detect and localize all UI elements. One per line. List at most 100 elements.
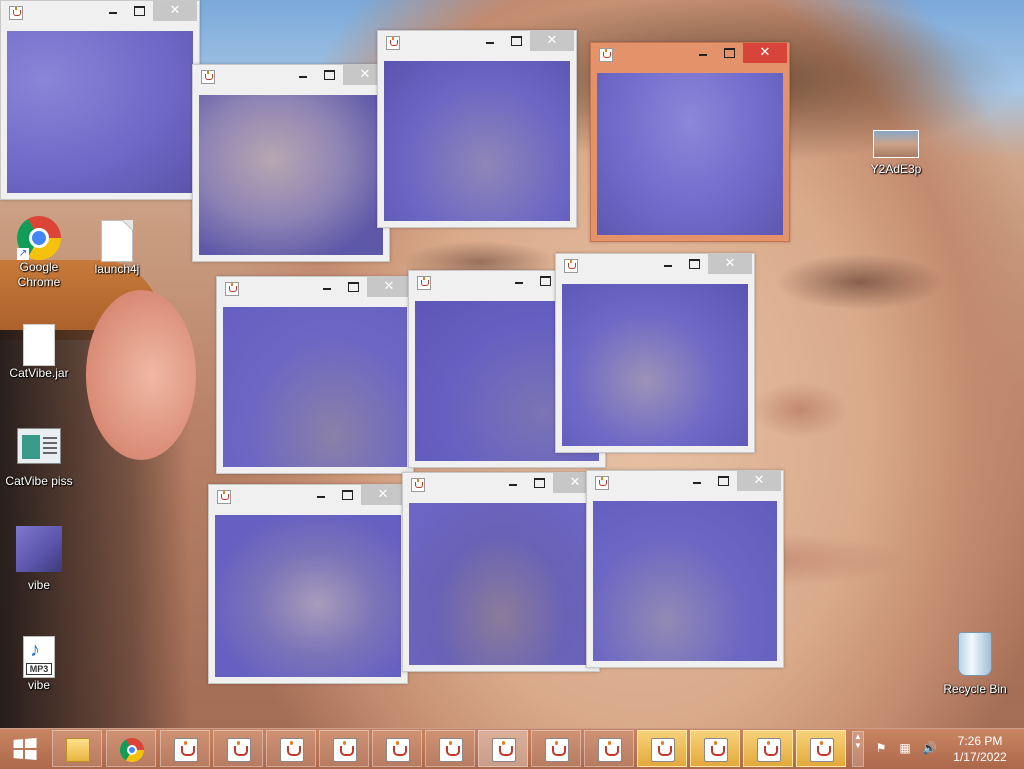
taskbar-java-window-flashing[interactable] bbox=[796, 730, 846, 767]
java-icon bbox=[333, 738, 357, 762]
window-titlebar[interactable]: ✕ bbox=[1, 1, 199, 27]
window-titlebar[interactable]: ✕ bbox=[378, 31, 576, 57]
taskbar-java-window[interactable] bbox=[372, 730, 422, 767]
close-button[interactable]: ✕ bbox=[153, 1, 197, 21]
minimize-button[interactable] bbox=[315, 277, 339, 297]
folder-icon bbox=[66, 738, 90, 762]
jar-file-icon bbox=[23, 324, 55, 366]
taskbar-java-window[interactable] bbox=[319, 730, 369, 767]
desktop-icon-label: Google Chrome bbox=[17, 260, 61, 289]
maximize-button[interactable] bbox=[127, 1, 151, 21]
window-titlebar[interactable]: ✕ bbox=[556, 254, 754, 280]
maximize-button[interactable] bbox=[533, 271, 557, 291]
maximize-button[interactable] bbox=[341, 277, 365, 297]
java-icon bbox=[492, 738, 516, 762]
desktop-icon-vibe-image[interactable]: vibe bbox=[2, 526, 76, 593]
window-titlebar[interactable]: ✕ bbox=[209, 485, 407, 511]
start-button[interactable] bbox=[0, 729, 48, 769]
java-window-9[interactable]: ✕ bbox=[402, 472, 600, 672]
taskbar-java-window-flashing[interactable] bbox=[743, 730, 793, 767]
action-center-flag-icon[interactable]: ⚑ bbox=[874, 741, 888, 755]
window-titlebar[interactable]: ✕ bbox=[587, 471, 783, 497]
window-titlebar[interactable]: ✕ bbox=[217, 277, 413, 303]
java-icon bbox=[280, 738, 304, 762]
close-button[interactable]: ✕ bbox=[530, 31, 574, 51]
image-thumbnail-icon bbox=[16, 526, 62, 572]
cat-video-frame bbox=[199, 95, 383, 255]
java-icon bbox=[417, 276, 431, 290]
taskbar-java-window-active[interactable] bbox=[478, 730, 528, 767]
taskbar-google-chrome[interactable] bbox=[106, 730, 156, 767]
network-icon[interactable]: ▦ bbox=[898, 741, 912, 755]
shortcut-arrow-icon: ↗ bbox=[17, 248, 29, 260]
window-titlebar[interactable]: ✕ bbox=[193, 65, 389, 91]
taskbar-java-window[interactable] bbox=[213, 730, 263, 767]
taskbar-java-window[interactable] bbox=[266, 730, 316, 767]
maximize-button[interactable] bbox=[527, 473, 551, 493]
window-titlebar[interactable]: ✕ bbox=[591, 43, 789, 69]
java-window-2[interactable]: ✕ bbox=[192, 64, 390, 262]
java-icon bbox=[564, 259, 578, 273]
desktop-icon-label: CatVibe piss bbox=[5, 474, 73, 488]
maximize-button[interactable] bbox=[717, 43, 741, 63]
minimize-button[interactable] bbox=[691, 43, 715, 63]
desktop-icon-label: launch4j bbox=[94, 262, 140, 276]
cat-video-frame bbox=[215, 515, 401, 677]
java-icon bbox=[651, 738, 675, 762]
cat-video-frame bbox=[562, 284, 748, 446]
minimize-button[interactable] bbox=[101, 1, 125, 21]
maximize-button[interactable] bbox=[335, 485, 359, 505]
taskbar-java-window-flashing[interactable] bbox=[690, 730, 740, 767]
chrome-icon: ↗ bbox=[17, 216, 61, 260]
desktop-icon-launch4j[interactable]: launch4j bbox=[80, 220, 154, 277]
desktop-icon-y2ade3p[interactable]: Y2AdE3p bbox=[859, 130, 933, 177]
close-button[interactable]: ✕ bbox=[743, 43, 787, 63]
java-window-3[interactable]: ✕ bbox=[377, 30, 577, 228]
maximize-button[interactable] bbox=[682, 254, 706, 274]
java-icon bbox=[174, 738, 198, 762]
java-window-1[interactable]: ✕ bbox=[0, 0, 200, 200]
desktop-icon-catvibe-piss[interactable]: CatVibe piss bbox=[2, 428, 76, 489]
close-button[interactable]: ✕ bbox=[367, 277, 411, 297]
volume-icon[interactable]: 🔊 bbox=[922, 741, 937, 755]
maximize-button[interactable] bbox=[504, 31, 528, 51]
taskbar-java-window-flashing[interactable] bbox=[637, 730, 687, 767]
taskbar-clock[interactable]: 7:26 PM 1/17/2022 bbox=[944, 733, 1016, 765]
desktop[interactable]: ↗ Google Chrome launch4j CatVibe.jar Cat… bbox=[0, 0, 1024, 728]
clock-date: 1/17/2022 bbox=[953, 750, 1007, 764]
desktop-icon-vibe-mp3[interactable]: ♪ MP3 vibe bbox=[2, 636, 76, 693]
minimize-button[interactable] bbox=[656, 254, 680, 274]
taskbar-java-window[interactable] bbox=[584, 730, 634, 767]
java-window-10[interactable]: ✕ bbox=[586, 470, 784, 668]
minimize-button[interactable] bbox=[501, 473, 525, 493]
recycle-bin-icon bbox=[958, 632, 992, 676]
maximize-button[interactable] bbox=[711, 471, 735, 491]
taskbar-scroll-button[interactable]: ▲ ▼ bbox=[852, 731, 864, 767]
java-window-5[interactable]: ✕ bbox=[216, 276, 414, 474]
taskbar-java-window[interactable] bbox=[160, 730, 210, 767]
music-note-icon: ♪ bbox=[30, 639, 40, 661]
java-window-4-active[interactable]: ✕ bbox=[590, 42, 790, 242]
close-button[interactable]: ✕ bbox=[361, 485, 405, 505]
taskbar-java-window[interactable] bbox=[531, 730, 581, 767]
minimize-button[interactable] bbox=[309, 485, 333, 505]
desktop-icon-recycle-bin[interactable]: Recycle Bin bbox=[938, 632, 1012, 697]
java-icon bbox=[411, 478, 425, 492]
taskbar-java-window[interactable] bbox=[425, 730, 475, 767]
java-window-8[interactable]: ✕ bbox=[208, 484, 408, 684]
taskbar-file-explorer[interactable] bbox=[52, 730, 102, 767]
java-icon bbox=[757, 738, 781, 762]
maximize-button[interactable] bbox=[317, 65, 341, 85]
minimize-button[interactable] bbox=[291, 65, 315, 85]
minimize-button[interactable] bbox=[685, 471, 709, 491]
java-icon bbox=[599, 48, 613, 62]
java-icon bbox=[545, 738, 569, 762]
close-button[interactable]: ✕ bbox=[737, 471, 781, 491]
close-button[interactable]: ✕ bbox=[708, 254, 752, 274]
window-titlebar[interactable]: ✕ bbox=[403, 473, 599, 499]
minimize-button[interactable] bbox=[507, 271, 531, 291]
desktop-icon-catvibe-jar[interactable]: CatVibe.jar bbox=[2, 324, 76, 381]
java-window-7[interactable]: ✕ bbox=[555, 253, 755, 453]
desktop-icon-google-chrome[interactable]: ↗ Google Chrome bbox=[2, 216, 76, 290]
minimize-button[interactable] bbox=[478, 31, 502, 51]
